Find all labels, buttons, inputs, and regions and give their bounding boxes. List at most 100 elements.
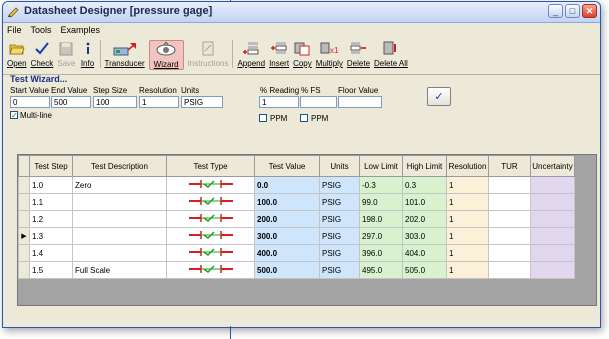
units-cell[interactable]: PSIG xyxy=(319,244,360,262)
start-value-input[interactable]: 0 xyxy=(10,96,50,108)
unc-cell[interactable] xyxy=(530,210,575,228)
table-row[interactable]: ▶ 1.3 300.0 PSIG 297.0 303.0 1 xyxy=(18,227,575,245)
units-cell[interactable]: PSIG xyxy=(319,227,360,245)
desc-cell[interactable] xyxy=(72,193,167,211)
info-button[interactable]: Info xyxy=(80,40,96,68)
step-cell[interactable]: 1.0 xyxy=(29,176,73,194)
wizard-button[interactable]: Wizard xyxy=(148,40,184,70)
step-cell[interactable]: 1.2 xyxy=(29,210,73,228)
unc-cell[interactable] xyxy=(530,176,575,194)
maximize-button[interactable]: □ xyxy=(565,4,580,18)
low-cell[interactable]: -0.3 xyxy=(359,176,403,194)
value-cell[interactable]: 200.0 xyxy=(254,210,320,228)
high-cell[interactable]: 202.0 xyxy=(402,210,447,228)
test-type-cell[interactable] xyxy=(166,193,255,211)
units-input[interactable]: PSIG xyxy=(181,96,223,108)
high-cell[interactable]: 0.3 xyxy=(402,176,447,194)
res-cell[interactable]: 1 xyxy=(446,210,489,228)
save-button[interactable]: Save xyxy=(57,40,76,68)
row-header[interactable] xyxy=(18,176,30,194)
row-header[interactable] xyxy=(18,244,30,262)
desc-cell[interactable]: Zero xyxy=(72,176,167,194)
percent-fs-input[interactable] xyxy=(300,96,337,108)
unc-cell[interactable] xyxy=(530,193,575,211)
insert-button[interactable]: Insert xyxy=(269,40,289,68)
units-cell[interactable]: PSIG xyxy=(319,193,360,211)
row-header[interactable] xyxy=(18,193,30,211)
units-cell[interactable]: PSIG xyxy=(319,261,360,279)
column-header[interactable]: Resolution xyxy=(446,155,489,177)
tur-cell[interactable] xyxy=(488,261,531,279)
close-button[interactable]: ✕ xyxy=(582,4,597,18)
test-type-cell[interactable] xyxy=(166,261,255,279)
tur-cell[interactable] xyxy=(488,244,531,262)
tur-cell[interactable] xyxy=(488,193,531,211)
desc-cell[interactable] xyxy=(72,210,167,228)
res-cell[interactable]: 1 xyxy=(446,227,489,245)
high-cell[interactable]: 404.0 xyxy=(402,244,447,262)
menu-examples[interactable]: Examples xyxy=(61,25,101,35)
unc-cell[interactable] xyxy=(530,227,575,245)
row-header[interactable] xyxy=(18,261,30,279)
delete-button[interactable]: Delete xyxy=(347,40,370,68)
desc-cell[interactable] xyxy=(72,227,167,245)
table-row[interactable]: 1.1 100.0 PSIG 99.0 101.0 1 xyxy=(18,193,575,211)
floor-value-input[interactable] xyxy=(338,96,382,108)
tur-cell[interactable] xyxy=(488,176,531,194)
test-type-cell[interactable] xyxy=(166,227,255,245)
transducer-button[interactable]: Transducer xyxy=(105,40,145,68)
value-cell[interactable]: 100.0 xyxy=(254,193,320,211)
desc-cell[interactable] xyxy=(72,244,167,262)
value-cell[interactable]: 500.0 xyxy=(254,261,320,279)
units-cell[interactable]: PSIG xyxy=(319,176,360,194)
multiply-button[interactable]: x10 Multiply xyxy=(316,40,343,68)
step-cell[interactable]: 1.1 xyxy=(29,193,73,211)
low-cell[interactable]: 396.0 xyxy=(359,244,403,262)
value-cell[interactable]: 300.0 xyxy=(254,227,320,245)
ppm-reading-checkbox[interactable] xyxy=(259,114,267,122)
check-button[interactable]: Check xyxy=(31,40,53,68)
row-header[interactable]: ▶ xyxy=(18,227,30,245)
res-cell[interactable]: 1 xyxy=(446,176,489,194)
column-header[interactable]: Low Limit xyxy=(359,155,403,177)
low-cell[interactable]: 99.0 xyxy=(359,193,403,211)
low-cell[interactable]: 297.0 xyxy=(359,227,403,245)
high-cell[interactable]: 505.0 xyxy=(402,261,447,279)
multiline-checkbox[interactable]: ✓ xyxy=(10,111,18,120)
resolution-input[interactable]: 1 xyxy=(139,96,179,108)
column-header[interactable]: Test Type xyxy=(166,155,255,177)
step-size-input[interactable]: 100 xyxy=(93,96,137,108)
step-cell[interactable]: 1.5 xyxy=(29,261,73,279)
desc-cell[interactable]: Full Scale xyxy=(72,261,167,279)
open-button[interactable]: Open xyxy=(7,40,27,68)
high-cell[interactable]: 303.0 xyxy=(402,227,447,245)
low-cell[interactable]: 198.0 xyxy=(359,210,403,228)
ppm-fs-checkbox[interactable] xyxy=(300,114,308,122)
unc-cell[interactable] xyxy=(530,261,575,279)
step-cell[interactable]: 1.4 xyxy=(29,244,73,262)
test-type-cell[interactable] xyxy=(166,244,255,262)
step-cell[interactable]: 1.3 xyxy=(29,227,73,245)
res-cell[interactable]: 1 xyxy=(446,261,489,279)
instructions-button[interactable]: Instructions xyxy=(188,40,228,68)
column-header[interactable]: Test Step xyxy=(29,155,73,177)
append-button[interactable]: Append xyxy=(237,40,265,68)
res-cell[interactable]: 1 xyxy=(446,193,489,211)
column-header[interactable]: Units xyxy=(319,155,360,177)
row-header[interactable] xyxy=(18,210,30,228)
minimize-button[interactable]: _ xyxy=(548,4,563,18)
column-header[interactable]: High Limit xyxy=(402,155,447,177)
units-cell[interactable]: PSIG xyxy=(319,210,360,228)
table-row[interactable]: 1.0 Zero 0.0 PSIG -0.3 0.3 1 xyxy=(18,176,575,194)
tur-cell[interactable] xyxy=(488,210,531,228)
table-row[interactable]: 1.4 400.0 PSIG 396.0 404.0 1 xyxy=(18,244,575,262)
delete-all-button[interactable]: Delete All xyxy=(374,40,408,68)
table-row[interactable]: 1.5 Full Scale 500.0 PSIG 495.0 505.0 1 xyxy=(18,261,575,279)
copy-button[interactable]: Copy xyxy=(293,40,312,68)
menu-file[interactable]: File xyxy=(7,25,22,35)
end-value-input[interactable]: 500 xyxy=(51,96,91,108)
column-header[interactable]: Test Description xyxy=(72,155,167,177)
percent-reading-input[interactable]: 1 xyxy=(259,96,299,108)
column-header[interactable]: Uncertainty xyxy=(530,155,575,177)
test-type-cell[interactable] xyxy=(166,176,255,194)
